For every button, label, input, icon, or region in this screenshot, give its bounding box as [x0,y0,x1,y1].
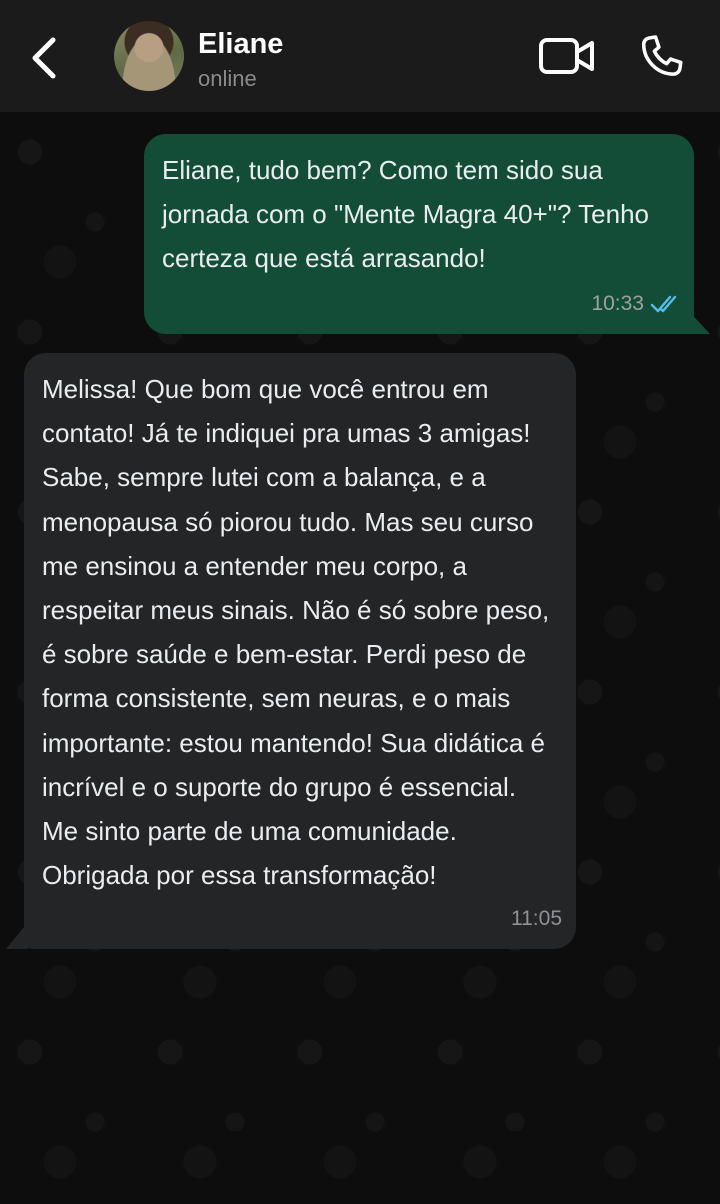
incoming-bubble-tail [6,922,28,949]
back-button[interactable] [22,34,66,82]
contact-name[interactable]: Eliane [198,28,283,61]
outgoing-message-bubble[interactable]: Eliane, tudo bem? Como tem sido sua jorn… [144,134,694,334]
incoming-message-bubble[interactable]: Melissa! Que bom que você entrou em cont… [24,353,576,949]
chevron-left-icon [32,37,56,79]
message-text: Melissa! Que bom que você entrou em cont… [42,374,550,891]
message-time: 11:05 [511,906,562,930]
video-camera-icon [539,38,594,74]
chat-header: Eliane online [0,0,720,112]
avatar[interactable] [114,21,184,91]
phone-icon [641,35,683,76]
message-meta: 10:33 [591,282,680,326]
message-time: 10:33 [591,291,644,315]
voice-call-button[interactable] [636,32,686,82]
double-check-icon [650,295,677,313]
contact-status: online [198,66,257,91]
outgoing-bubble-tail [684,306,710,334]
video-call-button[interactable] [538,34,596,80]
message-text: Eliane, tudo bem? Como tem sido sua jorn… [162,155,650,274]
message-meta: 11:05 [511,897,562,941]
